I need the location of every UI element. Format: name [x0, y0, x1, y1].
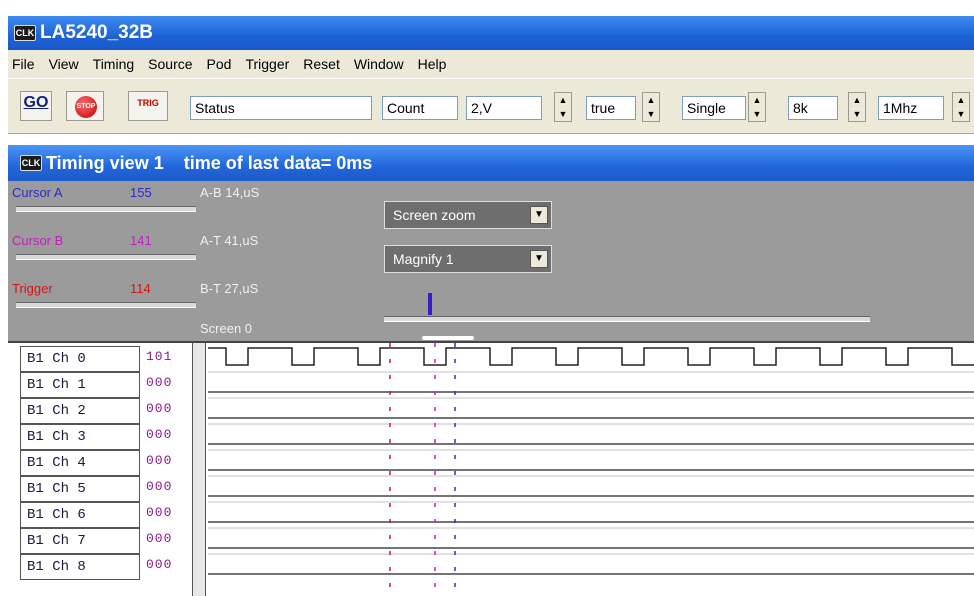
waveform-area[interactable]: [208, 343, 974, 596]
channel-label: B1 Ch 1: [20, 372, 140, 398]
trigger-value: 114: [130, 281, 151, 296]
trigger-label: Trigger: [12, 281, 53, 296]
menu-file[interactable]: File: [12, 56, 35, 72]
screen-label: Screen 0: [200, 321, 253, 336]
channel-label: B1 Ch 3: [20, 424, 140, 450]
cursor-b-value: 141: [130, 233, 152, 248]
status-field[interactable]: Status: [190, 96, 372, 120]
magnify-dropdown[interactable]: Magnify 1 ▼: [384, 245, 552, 273]
stop-button[interactable]: STOP: [66, 91, 104, 121]
channel-value: 000: [146, 375, 173, 390]
chevron-down-icon: ▼: [530, 206, 548, 224]
clk-icon: CLK: [20, 155, 42, 171]
cursor-b-label: Cursor B: [12, 233, 64, 248]
channel-value: 000: [146, 531, 173, 546]
cursor-a-value: 155: [130, 185, 152, 200]
window-title-bar: CLK LA5240_32B: [8, 16, 974, 50]
bool-field[interactable]: true: [586, 96, 636, 120]
stop-icon: STOP: [75, 96, 97, 118]
go-button[interactable]: GO: [20, 91, 52, 121]
rate-spinner[interactable]: ▲ ▼: [952, 92, 970, 122]
channel-grid: B1 Ch 0 101 B1 Ch 1 000 B1 Ch 2 000 B1 C…: [8, 341, 974, 596]
trig-button[interactable]: TRIG: [128, 91, 168, 121]
mode-field[interactable]: Single: [682, 96, 746, 120]
at-delta: A-T 41,uS: [200, 233, 259, 248]
cursor-panel: Cursor A 155 A-B 14,uS Cursor B 141 A-T …: [8, 181, 974, 341]
menu-bar: File View Timing Source Pod Trigger Rese…: [8, 50, 974, 78]
mode-spinner[interactable]: ▲ ▼: [748, 92, 766, 122]
channel-label: B1 Ch 2: [20, 398, 140, 424]
trigger-slider[interactable]: [16, 302, 196, 308]
menu-reset[interactable]: Reset: [303, 56, 340, 72]
channel-scrollbar[interactable]: [192, 343, 206, 596]
rate-field[interactable]: 1Mhz: [878, 96, 944, 120]
cursor-a-slider[interactable]: [16, 206, 196, 212]
channel-label: B1 Ch 7: [20, 528, 140, 554]
menu-timing[interactable]: Timing: [93, 56, 135, 72]
channel-value: 000: [146, 557, 173, 572]
voltage-field[interactable]: 2,V: [466, 96, 542, 120]
cursor-a-label: Cursor A: [12, 185, 63, 200]
menu-window[interactable]: Window: [354, 56, 404, 72]
count-field[interactable]: Count: [382, 96, 458, 120]
depth-spinner[interactable]: ▲ ▼: [848, 92, 866, 122]
depth-field[interactable]: 8k: [788, 96, 838, 120]
channel-value: 000: [146, 427, 173, 442]
menu-view[interactable]: View: [49, 56, 79, 72]
channel-value: 000: [146, 505, 173, 520]
waveform-ch0: [208, 347, 974, 366]
timing-view-title: Timing view 1: [46, 152, 164, 173]
channel-label: B1 Ch 4: [20, 450, 140, 476]
screen-scrollbar[interactable]: [384, 316, 870, 322]
bool-spinner[interactable]: ▲ ▼: [642, 92, 660, 122]
screen-position-marker: [428, 293, 432, 315]
menu-source[interactable]: Source: [148, 56, 192, 72]
channel-label: B1 Ch 5: [20, 476, 140, 502]
screen-zoom-value: Screen zoom: [393, 207, 476, 223]
channel-label: B1 Ch 8: [20, 554, 140, 580]
channel-value: 000: [146, 401, 173, 416]
ab-delta: A-B 14,uS: [200, 185, 260, 200]
clk-app-icon: CLK: [14, 25, 36, 41]
cursor-b-slider[interactable]: [16, 254, 196, 260]
screen-zoom-dropdown[interactable]: Screen zoom ▼: [384, 201, 552, 229]
channel-label: B1 Ch 6: [20, 502, 140, 528]
toolbar: GO STOP TRIG Status Count 2,V ▲ ▼ true ▲ ▼…: [8, 78, 974, 134]
menu-help[interactable]: Help: [418, 56, 447, 72]
last-data-time: time of last data= 0ms: [183, 152, 373, 173]
chevron-down-icon: ▼: [530, 250, 548, 268]
voltage-spinner[interactable]: ▲ ▼: [554, 92, 572, 122]
menu-trigger[interactable]: Trigger: [245, 56, 289, 72]
magnify-value: Magnify 1: [393, 251, 454, 267]
timing-view-title-bar: CLK Timing view 1 time of last data= 0ms: [8, 145, 974, 181]
menu-pod[interactable]: Pod: [207, 56, 232, 72]
channel-label: B1 Ch 0: [20, 346, 140, 372]
scroll-thumb[interactable]: [422, 336, 474, 340]
channel-value: 000: [146, 479, 173, 494]
channel-value: 101: [146, 349, 173, 364]
window-title: LA5240_32B: [40, 22, 154, 43]
channel-value: 000: [146, 453, 173, 468]
bt-delta: B-T 27,uS: [200, 281, 259, 296]
